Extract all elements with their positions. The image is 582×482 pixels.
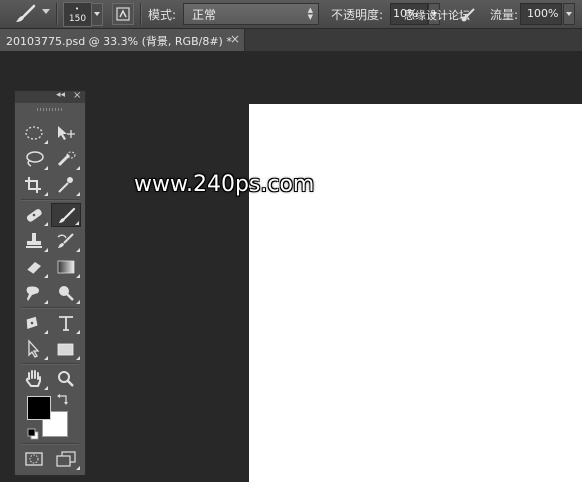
tool-preset-dropdown-icon[interactable]	[42, 9, 50, 14]
type-tool[interactable]	[51, 311, 81, 335]
document-tab[interactable]: 20103775.psd @ 33.3% (背景, RGB/8#) * ×	[0, 29, 245, 51]
quick-selection-tool[interactable]	[51, 147, 81, 171]
quick-selection-icon	[57, 151, 76, 167]
brush-panel-toggle-button[interactable]	[112, 3, 134, 25]
brush-tip-preview: •	[75, 5, 80, 13]
blur-tool[interactable]	[19, 281, 49, 305]
tools-separator	[21, 363, 79, 365]
pen-nib-icon	[26, 316, 38, 329]
flow-slider-dropdown-icon[interactable]	[563, 3, 575, 25]
close-panel-icon[interactable]: ×	[73, 90, 81, 101]
gradient-icon	[57, 260, 75, 274]
gradient-tool[interactable]	[51, 255, 81, 279]
brush-picker-dropdown-icon[interactable]	[91, 3, 103, 26]
separator	[140, 3, 142, 25]
tools-separator	[21, 199, 79, 201]
type-t-icon	[59, 316, 73, 331]
quick-mask-button[interactable]	[19, 447, 49, 471]
panel-grip[interactable]	[37, 108, 63, 111]
site-watermark: www.240ps.com	[134, 172, 315, 197]
pen-tool[interactable]	[19, 311, 49, 335]
brush-tool-preset-icon[interactable]	[14, 4, 38, 24]
collapse-panel-icon[interactable]: ◂◂	[56, 90, 65, 100]
dodge-tool[interactable]	[51, 281, 81, 305]
quick-mask-icon	[25, 452, 43, 466]
tools-separator	[21, 443, 79, 445]
blend-mode-select[interactable]: 正常 ▲ ▼	[183, 3, 319, 25]
brush-panel-icon	[116, 7, 130, 21]
dodge-icon	[59, 286, 74, 301]
flow-value: 100%	[527, 7, 559, 20]
eraser-icon	[26, 262, 41, 275]
hand-tool[interactable]	[19, 367, 49, 391]
magnifier-icon	[58, 371, 74, 387]
rectangle-tool[interactable]	[51, 337, 81, 361]
history-brush-tool[interactable]	[51, 229, 81, 253]
tablet-pressure-opacity-icon[interactable]	[460, 5, 478, 23]
bandage-icon	[26, 209, 42, 222]
marquee-tool[interactable]	[19, 121, 49, 145]
lasso-tool[interactable]	[19, 147, 49, 171]
default-colors-icon[interactable]	[27, 425, 39, 440]
tools-panel-header[interactable]: ◂◂ ×	[15, 90, 85, 103]
screen-mode-icon	[56, 451, 76, 467]
separator	[56, 3, 58, 25]
flow-input[interactable]: 100%	[520, 3, 562, 25]
arrow-pointer-icon	[28, 339, 40, 358]
document-tab-title: 20103775.psd @ 33.3% (背景, RGB/8#) *	[6, 35, 232, 48]
path-selection-tool[interactable]	[19, 337, 49, 361]
tools-panel: ◂◂ ×	[14, 90, 86, 476]
clone-stamp-tool[interactable]	[19, 229, 49, 253]
smudge-finger-icon	[26, 286, 39, 301]
flow-label: 流量:	[490, 8, 519, 22]
crop-tool[interactable]	[19, 173, 49, 197]
close-tab-icon[interactable]: ×	[230, 32, 240, 46]
brush-size-picker[interactable]: • 150	[63, 2, 92, 27]
crop-icon	[25, 177, 41, 193]
brush-tool[interactable]	[51, 203, 81, 227]
zoom-tool[interactable]	[51, 367, 81, 391]
document-canvas[interactable]	[249, 104, 582, 482]
eyedropper-tool[interactable]	[51, 173, 81, 197]
rectangle-shape-icon	[57, 343, 74, 356]
foreground-color-swatch[interactable]	[27, 396, 51, 420]
document-tab-bar: 20103775.psd @ 33.3% (背景, RGB/8#) * ×	[0, 29, 582, 51]
move-tool[interactable]	[51, 121, 81, 145]
brush-size-value: 150	[68, 14, 87, 24]
mode-label: 模式:	[148, 8, 177, 22]
tools-separator	[21, 307, 79, 309]
options-bar: • 150 模式: 正常 ▲ ▼ 不透明度: 10% 思缘设计论坛 流量: 100…	[0, 0, 582, 29]
marquee-icon	[25, 126, 43, 140]
stamp-icon	[26, 233, 42, 248]
move-icon	[58, 126, 75, 140]
screen-mode-button[interactable]	[51, 447, 81, 471]
eraser-tool[interactable]	[19, 255, 49, 279]
swap-colors-icon[interactable]	[56, 391, 70, 405]
opacity-label: 不透明度:	[331, 8, 384, 22]
eyedropper-icon	[58, 177, 73, 193]
hand-icon	[25, 370, 41, 387]
healing-brush-tool[interactable]	[19, 203, 49, 227]
updown-arrows-icon: ▲ ▼	[307, 6, 313, 21]
history-brush-icon	[57, 233, 74, 248]
lasso-icon	[26, 151, 44, 167]
blend-mode-value: 正常	[192, 8, 217, 22]
